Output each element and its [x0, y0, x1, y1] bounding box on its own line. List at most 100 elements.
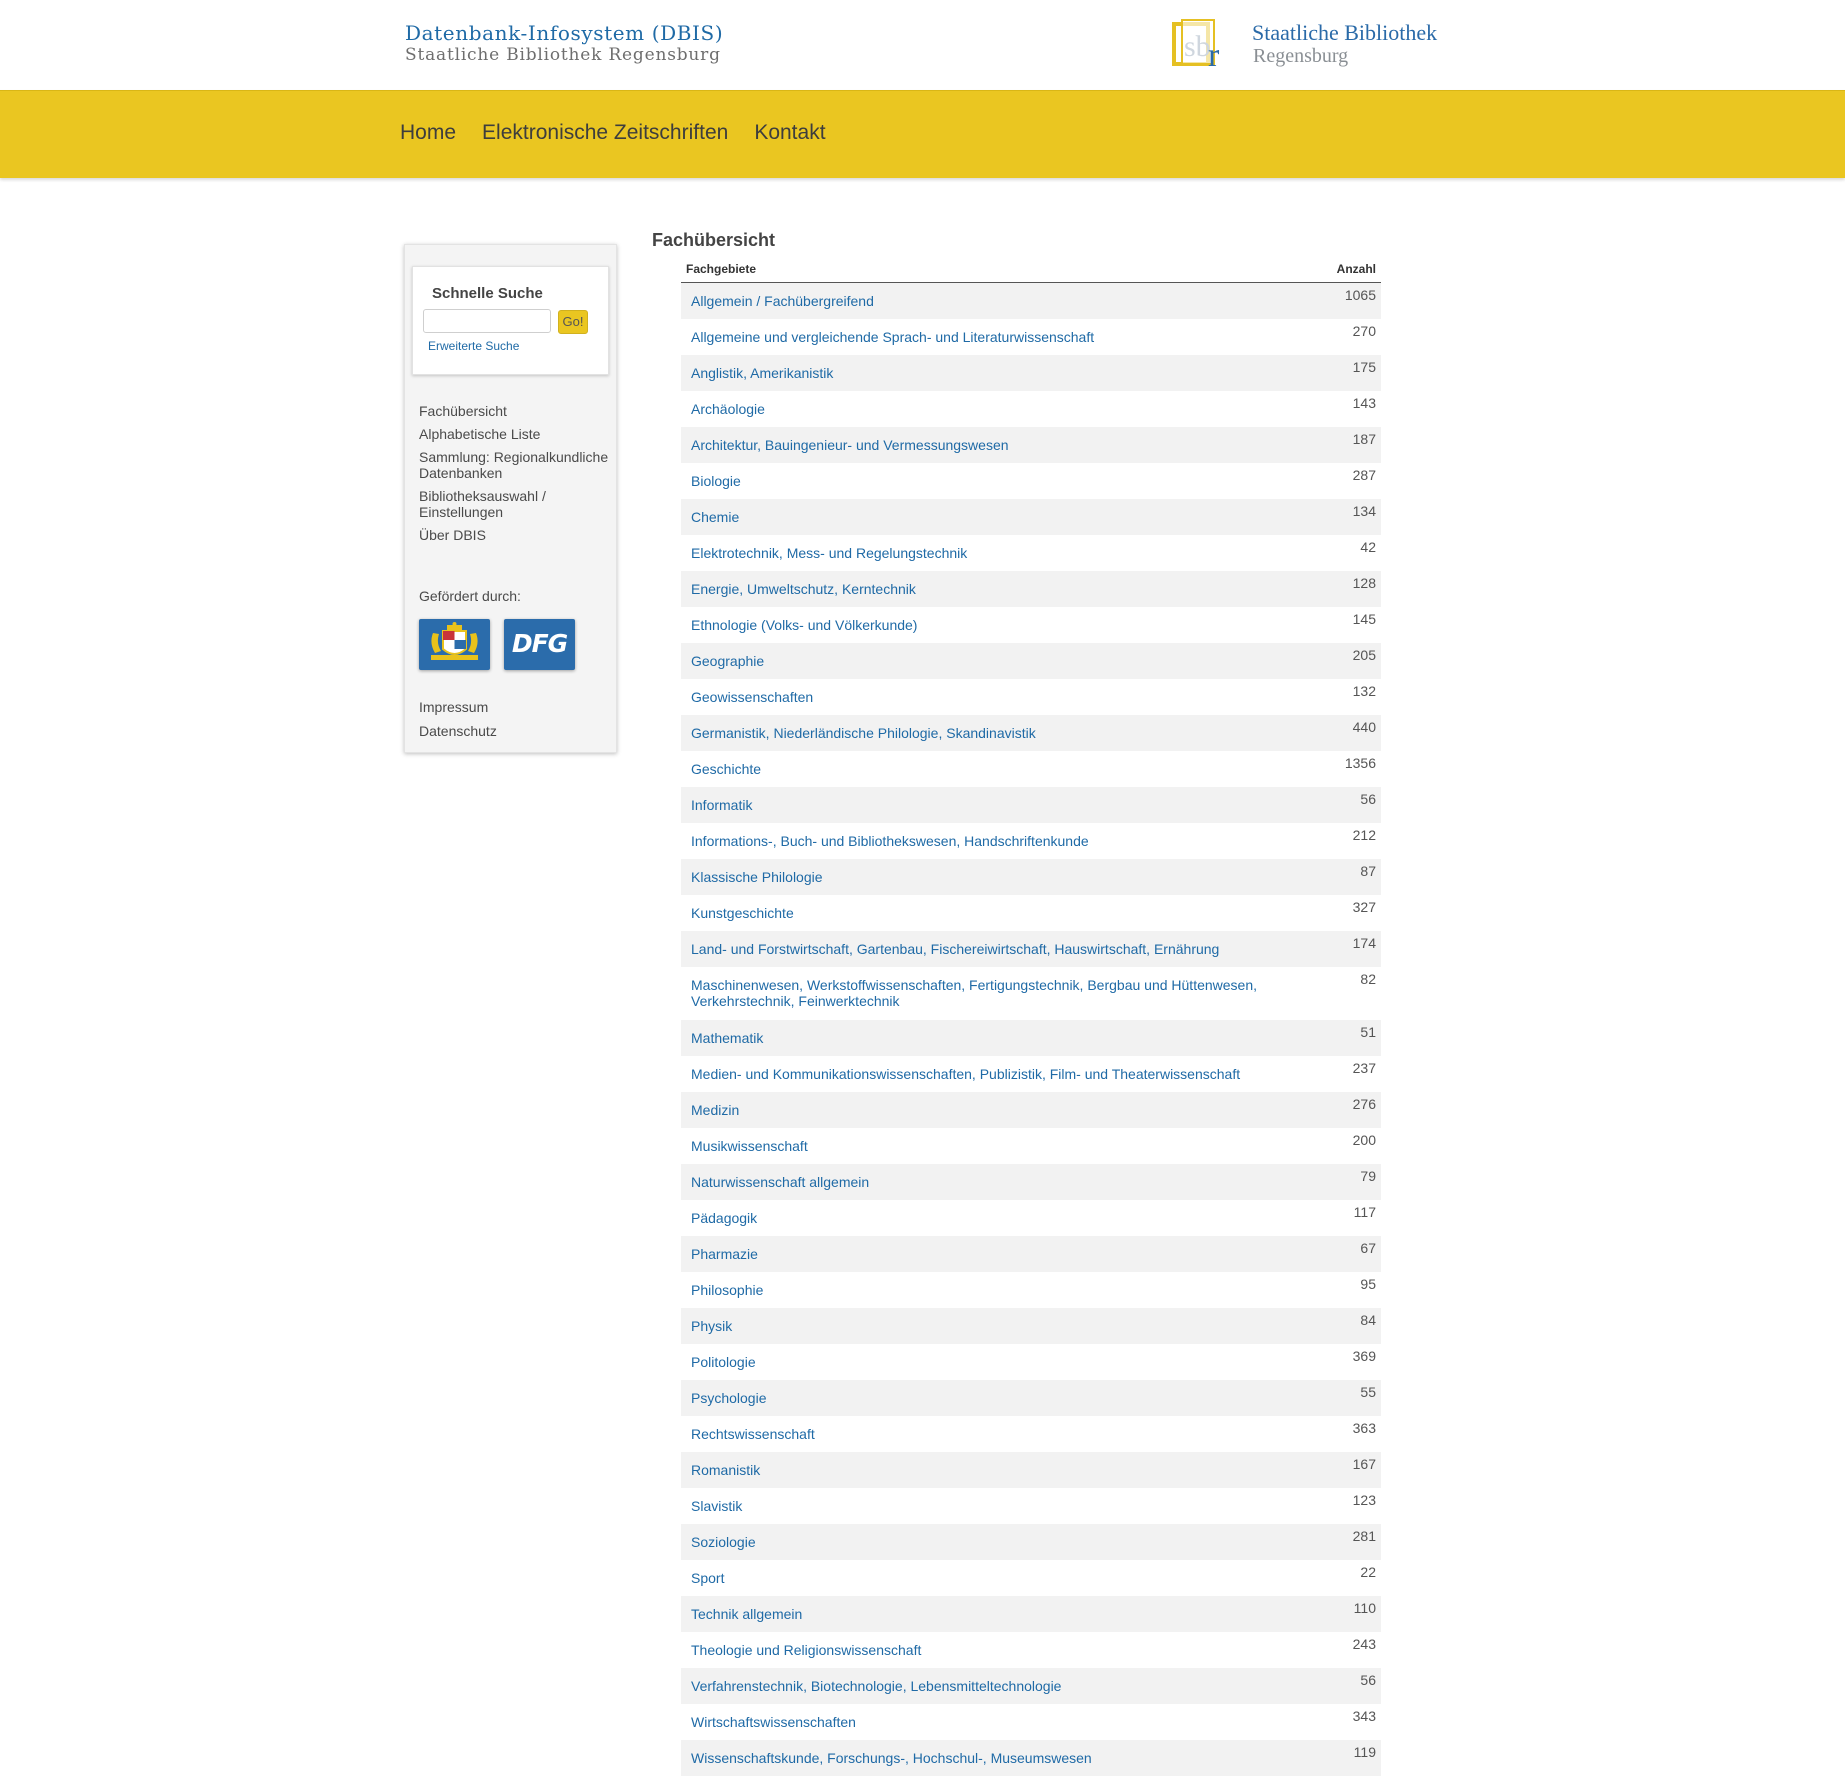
subject-link[interactable]: Chemie: [691, 509, 1261, 525]
subject-link[interactable]: Maschinenwesen, Werkstoffwissenschaften,…: [691, 977, 1261, 1009]
subject-count: 56: [1360, 791, 1376, 807]
subject-count: 132: [1352, 683, 1376, 699]
table-row: Pädagogik 117: [681, 1200, 1381, 1236]
subject-link[interactable]: Pädagogik: [691, 1210, 1261, 1226]
table-row: Mathematik 51: [681, 1020, 1381, 1056]
subject-count: 1065: [1344, 287, 1376, 303]
subject-table: Fachgebiete Anzahl Allgemein / Fachüberg…: [681, 261, 1381, 1776]
subject-link[interactable]: Sport: [691, 1570, 1261, 1586]
quick-search-box: Schnelle Suche Go! Erweiterte Suche: [412, 266, 609, 375]
subject-link[interactable]: Geographie: [691, 653, 1261, 669]
table-row: Biologie 287: [681, 463, 1381, 499]
subject-count: 327: [1352, 899, 1376, 915]
nav-items: Home Elektronische Zeitschriften Kontakt: [400, 121, 852, 145]
subject-link[interactable]: Philosophie: [691, 1282, 1261, 1298]
subject-link[interactable]: Geschichte: [691, 761, 1261, 777]
bavarian-coat-of-arms-icon[interactable]: [419, 619, 490, 670]
subject-link[interactable]: Physik: [691, 1318, 1261, 1334]
logo-text-line2: Regensburg: [1253, 45, 1349, 67]
nav-contact[interactable]: Kontakt: [754, 121, 825, 145]
subject-count: 175: [1352, 359, 1376, 375]
subject-link[interactable]: Rechtswissenschaft: [691, 1426, 1261, 1442]
table-row: Allgemein / Fachübergreifend 1065: [681, 283, 1381, 319]
table-row: Geographie 205: [681, 643, 1381, 679]
table-row: Physik 84: [681, 1308, 1381, 1344]
subject-link[interactable]: Kunstgeschichte: [691, 905, 1261, 921]
subject-link[interactable]: Theologie und Religionswissenschaft: [691, 1642, 1261, 1658]
subject-link[interactable]: Naturwissenschaft allgemein: [691, 1174, 1261, 1190]
main-navbar: Home Elektronische Zeitschriften Kontakt: [0, 90, 1845, 178]
subject-link[interactable]: Medien- und Kommunikationswissenschaften…: [691, 1066, 1261, 1082]
privacy-link[interactable]: Datenschutz: [419, 723, 497, 739]
sidebar-item-regional-collection[interactable]: Sammlung: Regionalkundliche Datenbanken: [419, 449, 609, 481]
subject-link[interactable]: Elektrotechnik, Mess- und Regelungstechn…: [691, 545, 1261, 561]
sidebar-item-alphabetical-list[interactable]: Alphabetische Liste: [419, 426, 609, 442]
subject-link[interactable]: Romanistik: [691, 1462, 1261, 1478]
table-row: Psychologie 55: [681, 1380, 1381, 1416]
table-row: Geschichte 1356: [681, 751, 1381, 787]
subject-link[interactable]: Verfahrenstechnik, Biotechnologie, Leben…: [691, 1678, 1261, 1694]
table-row: Verfahrenstechnik, Biotechnologie, Leben…: [681, 1668, 1381, 1704]
subject-count: 67: [1360, 1240, 1376, 1256]
table-row: Wissenschaftskunde, Forschungs-, Hochsch…: [681, 1740, 1381, 1776]
table-row: Soziologie 281: [681, 1524, 1381, 1560]
subject-link[interactable]: Wirtschaftswissenschaften: [691, 1714, 1261, 1730]
subject-link[interactable]: Biologie: [691, 473, 1261, 489]
subject-link[interactable]: Mathematik: [691, 1030, 1261, 1046]
subject-link[interactable]: Geowissenschaften: [691, 689, 1261, 705]
site-title[interactable]: Datenbank-Infosystem (DBIS): [405, 21, 723, 45]
subject-link[interactable]: Ethnologie (Volks- und Völkerkunde): [691, 617, 1261, 633]
subject-count: 87: [1360, 863, 1376, 879]
table-row: Technik allgemein 110: [681, 1596, 1381, 1632]
subject-link[interactable]: Medizin: [691, 1102, 1261, 1118]
table-row: Pharmazie 67: [681, 1236, 1381, 1272]
table-row: Philosophie 95: [681, 1272, 1381, 1308]
imprint-link[interactable]: Impressum: [419, 699, 497, 715]
nav-home[interactable]: Home: [400, 121, 456, 145]
sidebar-item-subject-overview[interactable]: Fachübersicht: [419, 403, 609, 419]
subject-link[interactable]: Musikwissenschaft: [691, 1138, 1261, 1154]
sidebar-item-library-settings[interactable]: Bibliotheksauswahl / Einstellungen: [419, 488, 609, 520]
subject-link[interactable]: Allgemeine und vergleichende Sprach- und…: [691, 329, 1261, 345]
subject-count: 110: [1353, 1600, 1376, 1616]
nav-electronic-journals[interactable]: Elektronische Zeitschriften: [482, 121, 728, 145]
subject-link[interactable]: Pharmazie: [691, 1246, 1261, 1262]
subject-link[interactable]: Soziologie: [691, 1534, 1261, 1550]
advanced-search-link[interactable]: Erweiterte Suche: [428, 339, 519, 353]
subject-link[interactable]: Informatik: [691, 797, 1261, 813]
subject-link[interactable]: Germanistik, Niederländische Philologie,…: [691, 725, 1261, 741]
table-row: Naturwissenschaft allgemein 79: [681, 1164, 1381, 1200]
sidebar-footer: Impressum Datenschutz: [419, 699, 497, 747]
subject-link[interactable]: Klassische Philologie: [691, 869, 1261, 885]
table-row: Maschinenwesen, Werkstoffwissenschaften,…: [681, 967, 1381, 1020]
subject-link[interactable]: Wissenschaftskunde, Forschungs-, Hochsch…: [691, 1750, 1261, 1766]
subject-count: 128: [1352, 575, 1376, 591]
subject-link[interactable]: Technik allgemein: [691, 1606, 1261, 1622]
dfg-logo-icon[interactable]: DFG: [504, 619, 575, 670]
quick-search-input[interactable]: [423, 309, 551, 333]
library-logo[interactable]: sb r Staatliche Bibliothek Regensburg: [1172, 18, 1442, 72]
subject-link[interactable]: Informations-, Buch- und Bibliothekswese…: [691, 833, 1261, 849]
subject-link[interactable]: Anglistik, Amerikanistik: [691, 365, 1261, 381]
subject-link[interactable]: Allgemein / Fachübergreifend: [691, 293, 1261, 309]
subject-link[interactable]: Psychologie: [691, 1390, 1261, 1406]
table-row: Architektur, Bauingenieur- und Vermessun…: [681, 427, 1381, 463]
sidebar-item-about-dbis[interactable]: Über DBIS: [419, 527, 609, 543]
table-row: Slavistik 123: [681, 1488, 1381, 1524]
subject-count: 270: [1352, 323, 1376, 339]
subject-link[interactable]: Slavistik: [691, 1498, 1261, 1514]
page-title: Fachübersicht: [652, 230, 776, 250]
subject-link[interactable]: Archäologie: [691, 401, 1261, 417]
subject-count: 56: [1360, 1672, 1376, 1688]
subject-link[interactable]: Architektur, Bauingenieur- und Vermessun…: [691, 437, 1261, 453]
subject-count: 287: [1352, 467, 1376, 483]
subject-link[interactable]: Energie, Umweltschutz, Kerntechnik: [691, 581, 1261, 597]
logo-text-line1: Staatliche Bibliothek: [1252, 20, 1438, 45]
table-row: Informatik 56: [681, 787, 1381, 823]
subject-link[interactable]: Politologie: [691, 1354, 1261, 1370]
subject-link[interactable]: Land- und Forstwirtschaft, Gartenbau, Fi…: [691, 941, 1261, 957]
site-header: Datenbank-Infosystem (DBIS) Staatliche B…: [0, 0, 1845, 90]
subject-count: 145: [1352, 611, 1376, 627]
go-button[interactable]: Go!: [558, 310, 588, 334]
subject-count: 174: [1352, 935, 1376, 951]
